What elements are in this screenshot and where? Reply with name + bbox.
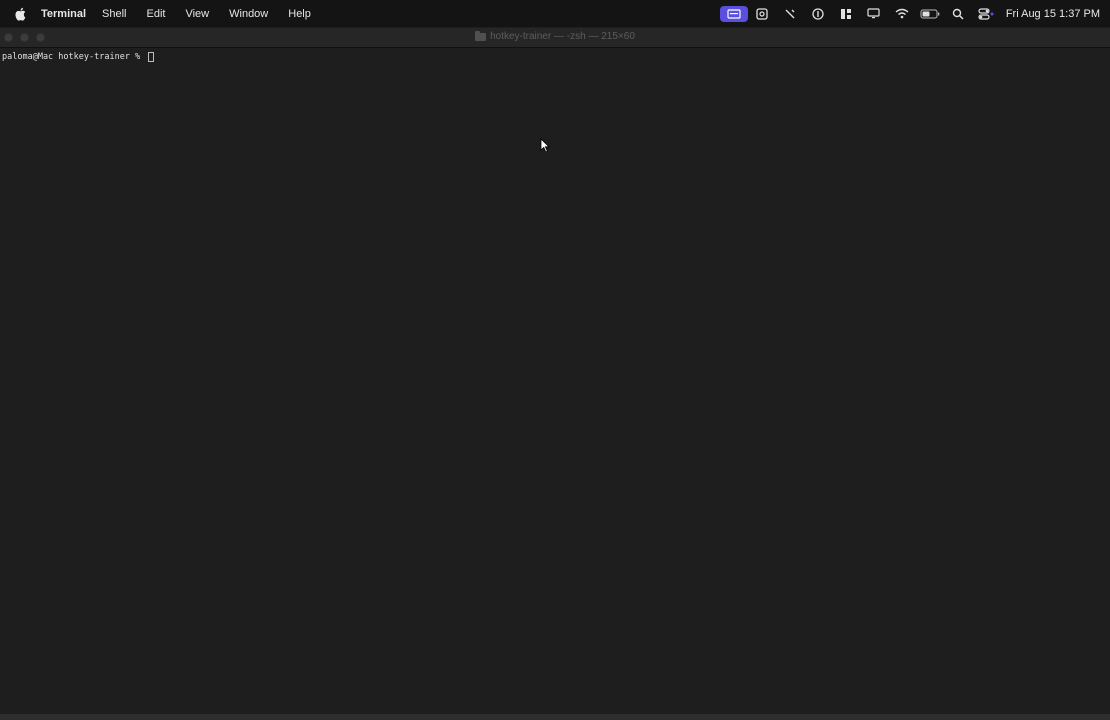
folder-icon (475, 30, 487, 41)
screenshot-icon[interactable] (748, 0, 776, 27)
menu-bar: Terminal Shell Edit View Window Help Fri… (0, 0, 1110, 27)
text-cursor (148, 52, 155, 62)
wifi-icon[interactable] (888, 0, 916, 27)
screen-share-icon[interactable] (719, 0, 748, 27)
status-area: Fri Aug 15 1:37 PM (719, 0, 1100, 27)
control-center-icon[interactable] (972, 0, 1000, 27)
mouse-pointer-icon (540, 138, 550, 158)
menu-bar-left: Terminal Shell Edit View Window Help (0, 0, 331, 27)
apple-icon[interactable] (14, 6, 27, 21)
display-icon[interactable] (860, 0, 888, 27)
terminal-window: hotkey-trainer — -zsh — 215×60 paloma@Ma… (0, 28, 1110, 718)
tiles-icon[interactable] (832, 0, 860, 27)
bottom-edge (0, 714, 1110, 720)
terminal-content[interactable]: paloma@Mac hotkey-trainer % (0, 49, 1110, 718)
prompt-line: paloma@Mac hotkey-trainer % (2, 52, 1108, 62)
menu-help[interactable]: Help (288, 8, 311, 20)
shell-prompt: paloma@Mac hotkey-trainer % (2, 52, 146, 62)
tools-icon[interactable] (776, 0, 804, 27)
menu-bar-clock[interactable]: Fri Aug 15 1:37 PM (1006, 8, 1100, 20)
window-title-text: hotkey-trainer — -zsh — 215×60 (490, 31, 635, 42)
window-titlebar[interactable]: hotkey-trainer — -zsh — 215×60 (0, 28, 1110, 48)
window-title: hotkey-trainer — -zsh — 215×60 (0, 30, 1110, 42)
menu-view[interactable]: View (185, 8, 209, 20)
one-password-icon[interactable] (804, 0, 832, 27)
spotlight-search-icon[interactable] (944, 0, 972, 27)
menu-edit[interactable]: Edit (147, 8, 166, 20)
menu-app-terminal[interactable]: Terminal (41, 8, 86, 20)
menu-window[interactable]: Window (229, 8, 268, 20)
menu-shell[interactable]: Shell (102, 8, 126, 20)
battery-icon[interactable] (916, 0, 944, 27)
